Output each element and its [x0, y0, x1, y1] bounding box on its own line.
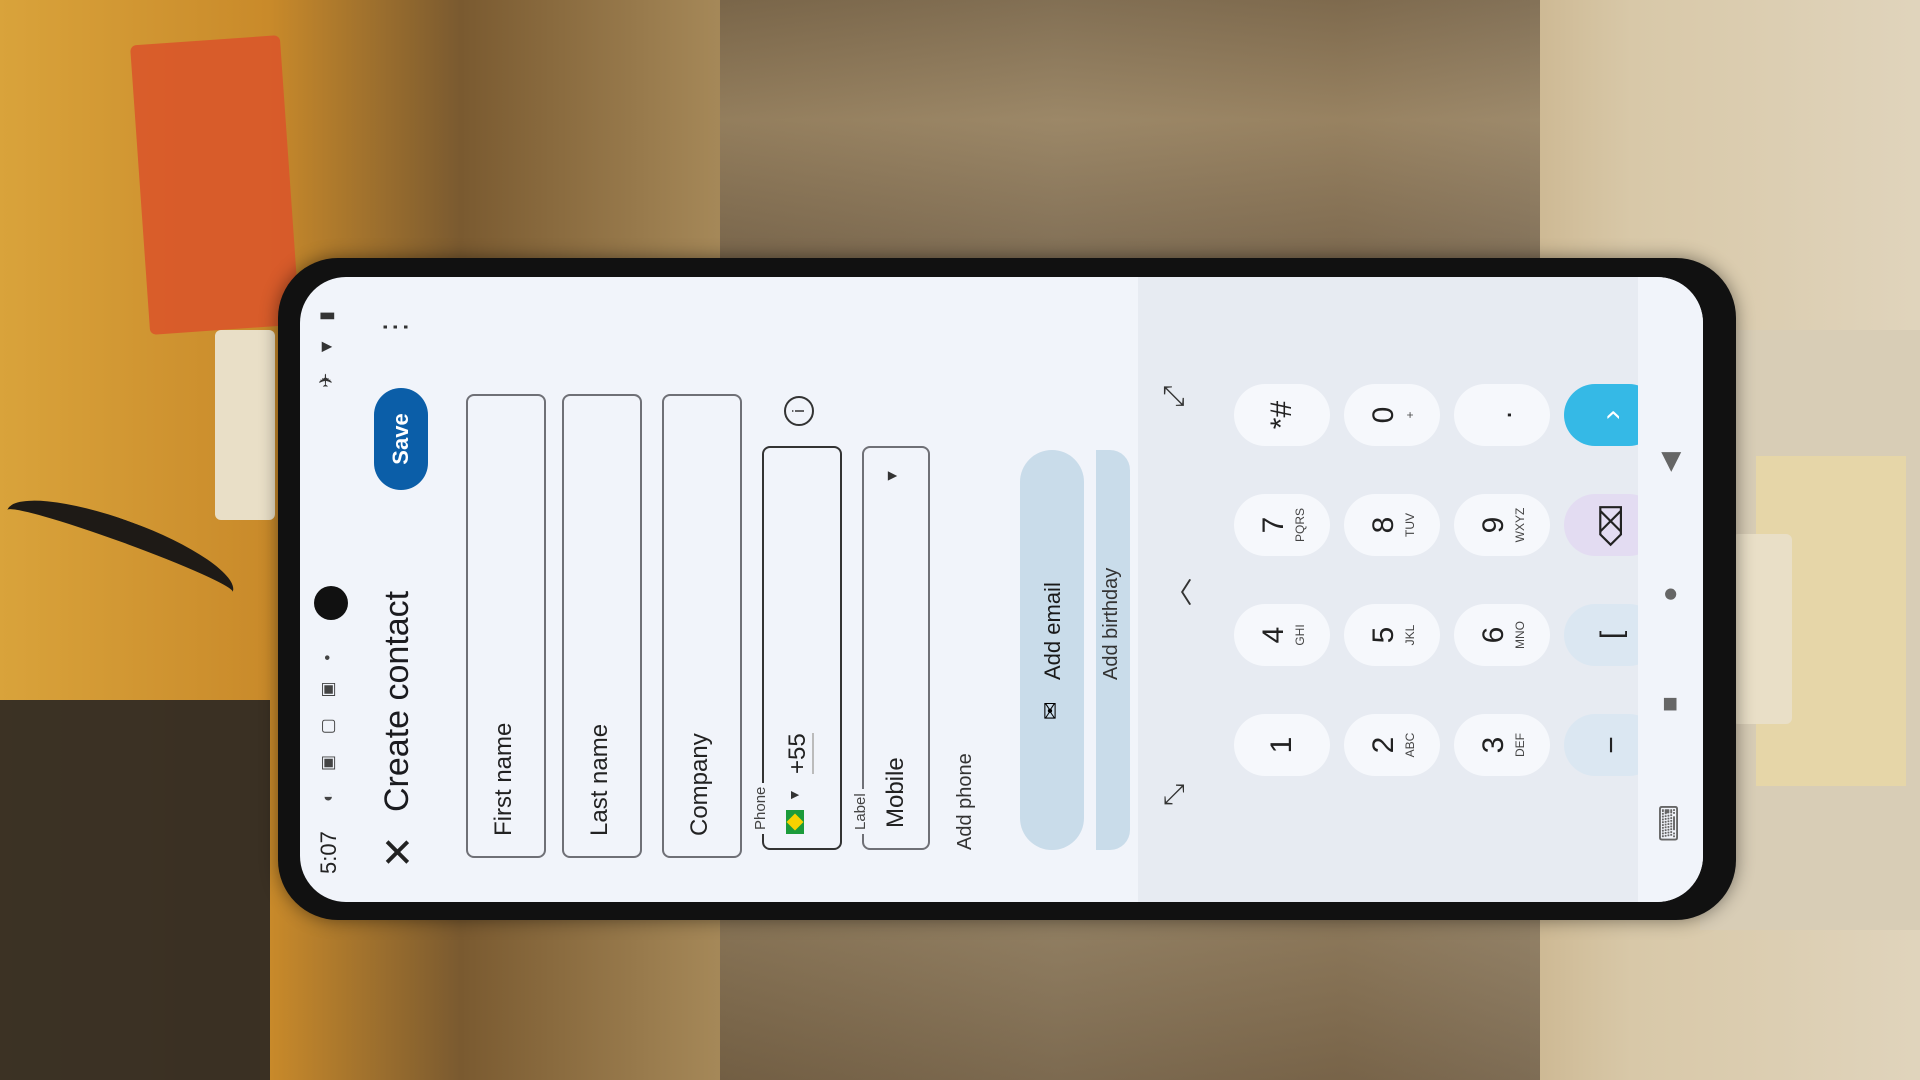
key-digit: . — [1485, 410, 1518, 420]
key-digit: 6 — [1477, 626, 1510, 644]
notification-icons: ◐ ▣ ▢ ▣ • — [318, 646, 337, 802]
more-options-icon[interactable]: ⋮ — [378, 312, 413, 342]
recents-icon[interactable]: ■ — [1654, 696, 1685, 712]
key-2[interactable]: 3 DEF — [1454, 714, 1550, 776]
home-icon[interactable]: ● — [1654, 586, 1685, 602]
key-letters: MNO — [1513, 621, 1527, 649]
last-name-field[interactable]: Last name — [562, 394, 642, 858]
key-letters: ABC — [1403, 732, 1417, 758]
info-icon[interactable]: i — [784, 396, 814, 426]
add-email-button[interactable]: ✉ Add email — [1020, 450, 1084, 850]
background-floor — [720, 920, 1540, 1080]
key-letters: PQRS — [1293, 508, 1307, 543]
key-14[interactable]: . — [1454, 384, 1550, 446]
phone-field-label: Phone — [752, 782, 769, 834]
save-button[interactable]: Save — [374, 388, 428, 490]
key-letters: TUV — [1403, 513, 1417, 537]
key-digit: 3 — [1477, 736, 1510, 754]
phone-clamp-left — [215, 330, 275, 520]
back-icon[interactable]: ◀ — [1654, 452, 1685, 472]
key-digit: 9 — [1477, 516, 1510, 534]
dropdown-arrow-icon: ▼ — [884, 468, 901, 484]
phone-label-select[interactable]: Label Mobile ▼ — [852, 446, 930, 850]
key-letters: GHI — [1293, 624, 1307, 646]
add-email-label: Add email — [1040, 582, 1065, 680]
key-5[interactable]: 5 JKL — [1344, 604, 1440, 666]
key-10[interactable]: 9 WXYZ — [1454, 494, 1550, 556]
add-birthday-label: Add birthday — [1100, 567, 1122, 680]
key-digit: 7 — [1257, 516, 1290, 534]
page-title: Create contact — [378, 590, 416, 812]
phone-field[interactable]: Phone ▼ +55 — [752, 446, 842, 850]
background-doorway — [720, 0, 1540, 300]
key-letters: + — [1403, 411, 1417, 419]
phone-screen: 5:07 ◐ ▣ ▢ ▣ • ✈ ▼ ▮ ✕ Create contact Sa… — [300, 277, 1703, 902]
key-12[interactable]: *# — [1234, 384, 1330, 446]
key-digit: 8 — [1367, 516, 1400, 534]
resize-keyboard-icon[interactable]: ⤢ — [1158, 386, 1191, 408]
status-bar: 5:07 ◐ ▣ ▢ ▣ • ✈ ▼ ▮ — [300, 277, 356, 902]
key-letters: DEF — [1513, 733, 1527, 757]
label-select-caption: Label — [852, 789, 869, 834]
status-time: 5:07 — [316, 831, 341, 874]
brazil-flag-icon[interactable] — [786, 810, 804, 834]
key-digit: ⌫ — [1595, 503, 1629, 547]
add-birthday-button[interactable]: Add birthday — [1096, 450, 1130, 850]
system-nav-bar: ⌨ ■ ● ◀ — [1638, 277, 1703, 902]
chevron-down-icon[interactable]: ▼ — [786, 788, 802, 802]
background-red-sign — [130, 35, 300, 335]
chevron-up-icon[interactable]: ︿ — [1158, 578, 1198, 606]
key-letters: WXYZ — [1513, 507, 1527, 543]
key-0[interactable]: 1 — [1234, 714, 1330, 776]
key-digit: 0 — [1367, 406, 1400, 424]
app-bar: ✕ Create contact Save ⋮ — [356, 277, 446, 902]
key-8[interactable]: 7 PQRS — [1234, 494, 1330, 556]
key-digit: › — [1595, 410, 1628, 420]
background-holder — [0, 700, 270, 1080]
collapse-keyboard-icon[interactable]: ⤡ — [1158, 784, 1191, 806]
company-field[interactable]: Company — [662, 394, 742, 858]
key-6[interactable]: 6 MNO — [1454, 604, 1550, 666]
key-13[interactable]: 0 + — [1344, 384, 1440, 446]
keyboard-switch-icon[interactable]: ⌨ — [1654, 804, 1685, 842]
keyboard-toolbar: ⤡ ︿ ⤢ — [1138, 277, 1218, 902]
key-9[interactable]: 8 TUV — [1344, 494, 1440, 556]
country-code[interactable]: +55 — [784, 733, 814, 774]
key-digit: 5 — [1367, 626, 1400, 644]
key-digit: *# — [1265, 400, 1298, 430]
add-phone-link[interactable]: Add phone — [954, 753, 977, 850]
mail-icon: ✉ — [1038, 701, 1063, 720]
key-letters: JKL — [1403, 624, 1417, 646]
phone-clamp-right — [1732, 534, 1792, 724]
system-icons: ✈ ▼ ▮ — [316, 305, 336, 388]
numeric-keyboard: ⤡ ︿ ⤢ 1 2 ABC 3 DEF −4 GHI 5 JKL 6 MNO[7 PQRS 8 TUV 9 W… — [1138, 277, 1660, 902]
last-name-placeholder: Last name — [586, 723, 613, 836]
key-digit: 4 — [1257, 626, 1290, 644]
first-name-placeholder: First name — [490, 722, 517, 836]
key-digit: [ — [1595, 630, 1628, 640]
key-4[interactable]: 4 GHI — [1234, 604, 1330, 666]
close-icon[interactable]: ✕ — [376, 832, 422, 872]
key-digit: 2 — [1367, 736, 1400, 754]
background-cable — [0, 480, 244, 622]
key-1[interactable]: 2 ABC — [1344, 714, 1440, 776]
key-digit: 1 — [1265, 736, 1298, 754]
company-placeholder: Company — [686, 733, 713, 836]
label-select-value: Mobile — [882, 757, 909, 828]
front-camera — [314, 586, 348, 620]
first-name-field[interactable]: First name — [466, 394, 546, 858]
key-digit: − — [1595, 736, 1628, 754]
